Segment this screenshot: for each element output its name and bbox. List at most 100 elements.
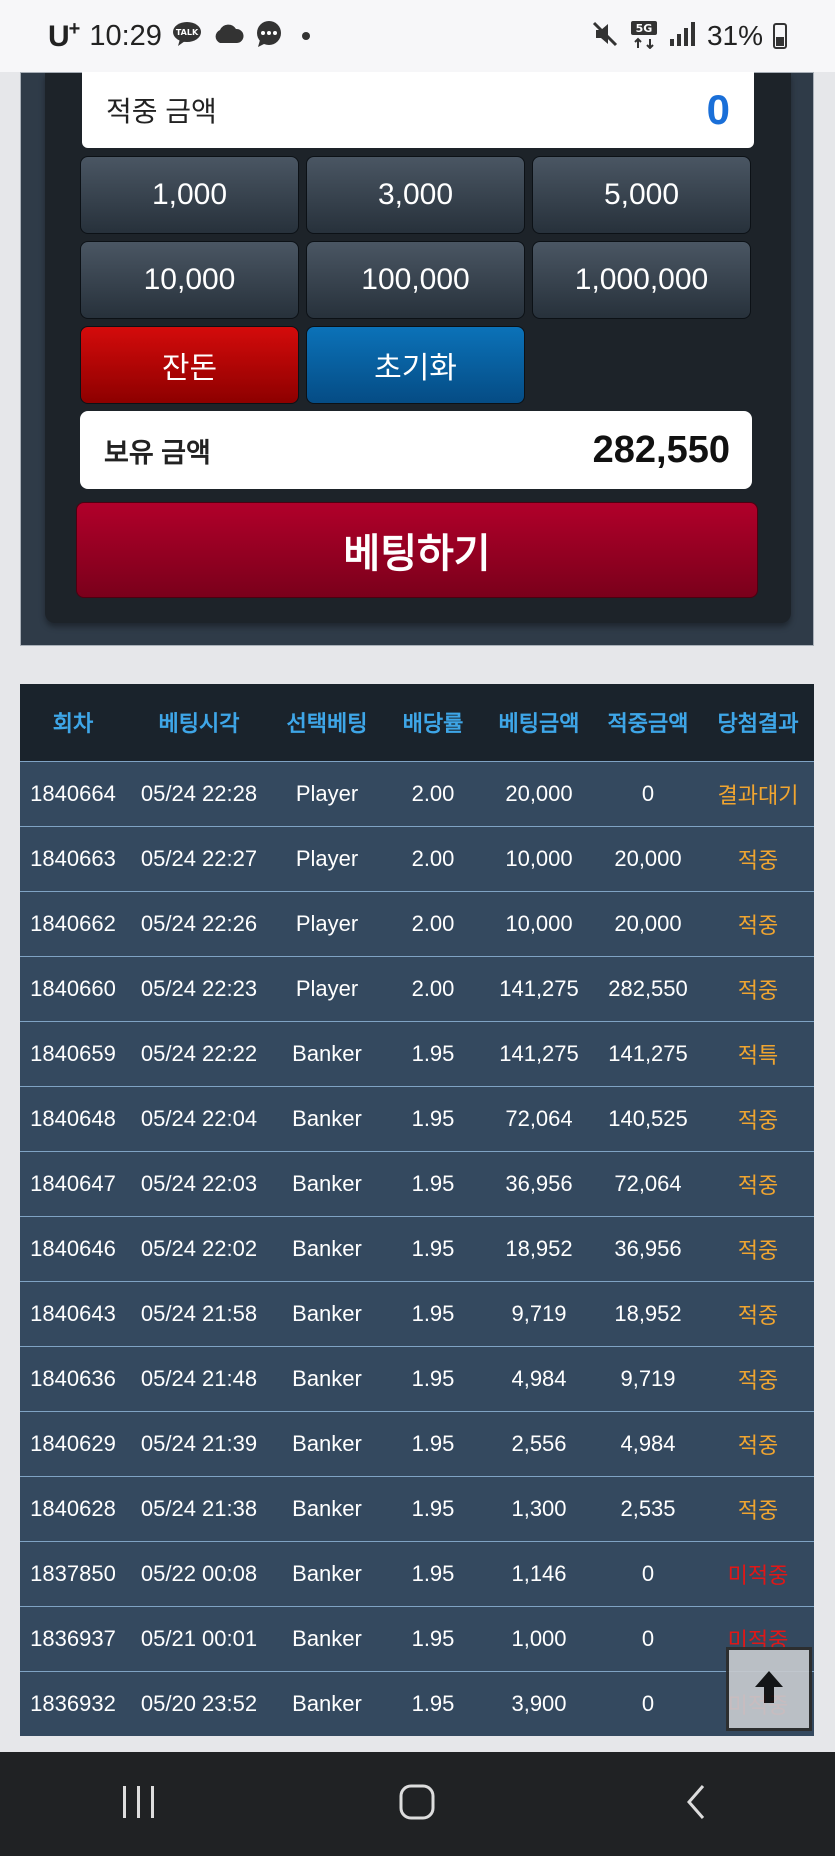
- cell-hit-amount: 20,000: [594, 825, 702, 891]
- cell-hit-amount: 20,000: [594, 890, 702, 956]
- cell-round: 1840647: [20, 1150, 126, 1216]
- col-header-selection: 선택베팅: [272, 684, 382, 761]
- svg-text:5G: 5G: [636, 22, 653, 35]
- cell-bet-amount: 1,300: [484, 1475, 594, 1541]
- col-header-bet-time: 베팅시각: [126, 684, 272, 761]
- chip-button-5000[interactable]: 5,000: [532, 156, 751, 234]
- cell-selection: Banker: [272, 1475, 382, 1541]
- cell-bet-time: 05/24 22:27: [126, 825, 272, 891]
- cell-odds: 2.00: [382, 760, 484, 826]
- cell-bet-amount: 36,956: [484, 1150, 594, 1216]
- cell-hit-amount: 0: [594, 760, 702, 826]
- hit-amount-box: 적중 금액 0: [82, 72, 754, 148]
- cell-selection: Banker: [272, 1150, 382, 1216]
- 5g-icon: 5G: [629, 19, 659, 54]
- col-header-odds: 배당률: [382, 684, 484, 761]
- cell-odds: 1.95: [382, 1605, 484, 1671]
- cell-odds: 1.95: [382, 1670, 484, 1736]
- cell-result: 적특: [702, 1020, 814, 1086]
- notification-dot: [301, 32, 310, 40]
- cell-bet-time: 05/24 22:04: [126, 1085, 272, 1151]
- chip-button-1000[interactable]: 1,000: [80, 156, 299, 234]
- col-header-round: 회차: [20, 684, 126, 761]
- cell-bet-amount: 18,952: [484, 1215, 594, 1281]
- table-row: 1836937 05/21 00:01 Banker 1.95 1,000 0 미적중: [20, 1605, 814, 1671]
- cell-bet-amount: 10,000: [484, 890, 594, 956]
- back-button[interactable]: [636, 1764, 756, 1844]
- cell-result: 적중: [702, 1345, 814, 1411]
- home-button[interactable]: [357, 1764, 477, 1844]
- table-row: 183693205/20 23:52Banker1.953,9000미적중: [20, 1670, 814, 1736]
- cell-bet-amount: 10,000: [484, 825, 594, 891]
- cell-hit-amount: 72,064: [594, 1150, 702, 1216]
- cell-hit-amount: 4,984: [594, 1410, 702, 1476]
- reset-button[interactable]: 초기화: [306, 326, 525, 404]
- cell-hit-amount: 36,956: [594, 1215, 702, 1281]
- cell-result: 적중: [702, 1410, 814, 1476]
- arrow-up-icon: [751, 1667, 787, 1712]
- cell-round: 1840663: [20, 825, 126, 891]
- chip-button-100000[interactable]: 100,000: [306, 241, 525, 319]
- cell-round: 1840659: [20, 1020, 126, 1086]
- cell-round: 1840660: [20, 955, 126, 1021]
- cell-round: 1836937: [20, 1605, 126, 1671]
- recent-apps-button[interactable]: [79, 1764, 199, 1844]
- table-header-row: 회차 베팅시각 선택베팅 배당률 베팅금액 적중금액 당첨결과: [20, 684, 814, 761]
- status-left: U+ 10:29 TALK: [48, 18, 310, 54]
- cell-bet-amount: 141,275: [484, 955, 594, 1021]
- cell-odds: 2.00: [382, 890, 484, 956]
- cell-result: 적중: [702, 1475, 814, 1541]
- cell-hit-amount: 141,275: [594, 1020, 702, 1086]
- cell-round: 1840648: [20, 1085, 126, 1151]
- cell-bet-time: 05/24 22:26: [126, 890, 272, 956]
- cell-odds: 2.00: [382, 825, 484, 891]
- balance-value: 282,550: [592, 428, 730, 471]
- cell-bet-time: 05/24 21:39: [126, 1410, 272, 1476]
- cell-odds: 1.95: [382, 1085, 484, 1151]
- chip-button-10000[interactable]: 10,000: [80, 241, 299, 319]
- cell-odds: 1.95: [382, 1150, 484, 1216]
- cell-hit-amount: 0: [594, 1670, 702, 1736]
- cell-round: 1840646: [20, 1215, 126, 1281]
- cell-odds: 2.00: [382, 955, 484, 1021]
- table-row: 1840628 05/24 21:38 Banker 1.95 1,300 2,535 적중: [20, 1475, 814, 1541]
- cell-round: 1840662: [20, 890, 126, 956]
- scroll-to-top-button[interactable]: [726, 1647, 812, 1731]
- navigation-bar: [0, 1752, 835, 1856]
- message-icon: [254, 20, 284, 53]
- cell-bet-amount: 4,984: [484, 1345, 594, 1411]
- cell-result: 적중: [702, 1085, 814, 1151]
- cell-bet-amount: 9,719: [484, 1280, 594, 1346]
- cell-selection: Banker: [272, 1670, 382, 1736]
- change-button[interactable]: 잔돈: [80, 326, 299, 404]
- cell-result: 적중: [702, 825, 814, 891]
- home-icon: [397, 1782, 437, 1827]
- cell-result: 적중: [702, 890, 814, 956]
- cell-bet-amount: 2,556: [484, 1410, 594, 1476]
- cell-round: 1837850: [20, 1540, 126, 1606]
- chip-button-3000[interactable]: 3,000: [306, 156, 525, 234]
- cell-selection: Player: [272, 890, 382, 956]
- cell-selection: Banker: [272, 1605, 382, 1671]
- cell-hit-amount: 140,525: [594, 1085, 702, 1151]
- cell-selection: Banker: [272, 1215, 382, 1281]
- cell-result: 결과대기: [702, 760, 814, 826]
- cell-selection: Banker: [272, 1020, 382, 1086]
- table-row: 1840643 05/24 21:58 Banker 1.95 9,719 18,952 적…: [20, 1280, 814, 1346]
- chip-button-1000000[interactable]: 1,000,000: [532, 241, 751, 319]
- cell-bet-amount: 1,146: [484, 1540, 594, 1606]
- cell-bet-time: 05/24 22:02: [126, 1215, 272, 1281]
- battery-percentage: 31%: [706, 20, 763, 51]
- cell-odds: 1.95: [382, 1280, 484, 1346]
- cell-selection: Player: [272, 760, 382, 826]
- hit-amount-value: 0: [706, 86, 730, 133]
- cell-bet-amount: 20,000: [484, 760, 594, 826]
- cell-round: 1840629: [20, 1410, 126, 1476]
- cell-round: 1840628: [20, 1475, 126, 1541]
- place-bet-button[interactable]: 베팅하기: [76, 502, 758, 598]
- col-header-bet-amount: 베팅금액: [484, 684, 594, 761]
- cell-bet-amount: 72,064: [484, 1085, 594, 1151]
- cell-hit-amount: 18,952: [594, 1280, 702, 1346]
- clock: 10:29: [89, 19, 162, 52]
- cell-bet-time: 05/24 21:58: [126, 1280, 272, 1346]
